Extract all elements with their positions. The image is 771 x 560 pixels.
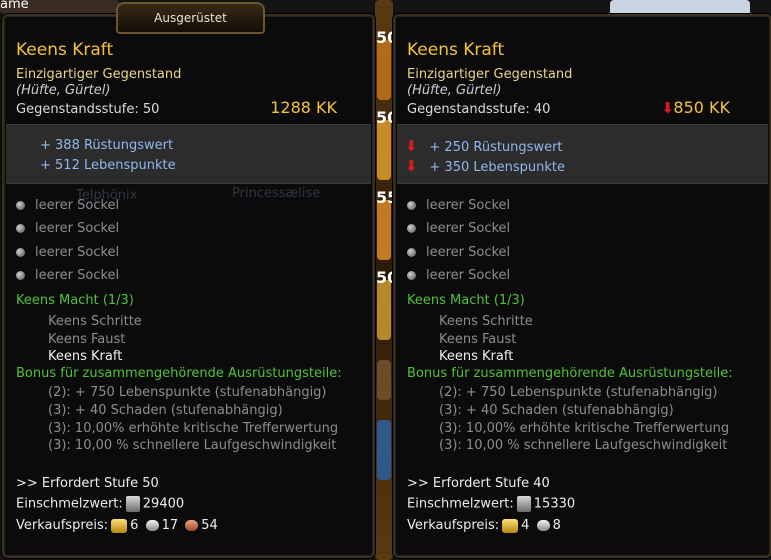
stat-health: + 512 Lebenspunkte [40, 158, 176, 173]
socket-row: leerer Sockel [407, 268, 510, 283]
socket-label: leerer Sockel [35, 198, 120, 213]
item-name: Keens Kraft [16, 40, 114, 60]
sell-copper: 54 [201, 518, 218, 533]
socket-label: leerer Sockel [426, 268, 511, 283]
set-item: Keens Faust [48, 332, 126, 347]
sell-gold: 4 [521, 518, 530, 533]
item-slot: (Hüfte, Gürtel) [407, 83, 502, 98]
stat-armor: + 388 Rüstungswert [40, 138, 174, 153]
red-down-arrow-icon: ⬇ [405, 137, 418, 155]
empty-socket-icon [16, 201, 25, 210]
socket-row: leerer Sockel [407, 245, 510, 260]
silver-coin-icon [536, 520, 550, 531]
gold-coin-icon [111, 518, 128, 533]
socket-row: leerer Sockel [407, 221, 510, 236]
stats-band: ⬇ + 250 Rüstungswert ⬇ + 350 Lebenspunkt… [397, 124, 768, 184]
set-bonus-title: Bonus für zusammengehörende Ausrüstungst… [407, 366, 733, 381]
set-bonus: (2): + 750 Lebenspunkte (stufenabhängig) [48, 385, 327, 400]
empty-socket-icon [407, 248, 416, 257]
sell-label: Verkaufspreis: [407, 518, 500, 533]
level-requirement: >> Erfordert Stufe 40 [407, 476, 550, 491]
empty-socket-icon [16, 271, 25, 280]
stat-health: ⬇ + 350 Lebenspunkte [405, 157, 565, 175]
level-requirement: >> Erfordert Stufe 50 [16, 476, 159, 491]
socket-label: leerer Sockel [35, 268, 120, 283]
set-bonus: (3): 10,00% erhöhte kritische Trefferwer… [48, 421, 339, 436]
set-item: Keens Faust [439, 332, 517, 347]
red-down-arrow-icon: ⬇ [405, 157, 418, 175]
set-item-equipped: Keens Kraft [48, 349, 123, 364]
empty-socket-icon [16, 248, 25, 257]
melt-value-row: Einschmelzwert: 15330 [407, 496, 575, 512]
sell-price-row: Verkaufspreis: 6 17 54 [16, 518, 218, 533]
red-down-arrow-icon: ⬇ [661, 99, 674, 117]
copper-coin-icon [185, 520, 199, 531]
socket-label: leerer Sockel [35, 245, 120, 260]
item-name: Keens Kraft [407, 40, 505, 60]
set-title: Keens Macht (1/3) [407, 293, 525, 308]
melt-value-row: Einschmelzwert: 29400 [16, 496, 184, 512]
gold-coin-icon [502, 518, 519, 533]
melt-value: 15330 [533, 496, 576, 512]
combat-rating-value: 850 KK [673, 98, 730, 117]
socket-row: leerer Sockel [16, 198, 119, 213]
set-bonus: (3): + 40 Schaden (stufenabhängig) [439, 403, 674, 418]
empty-socket-icon [407, 224, 416, 233]
crystal-dust-icon [125, 496, 140, 512]
equipped-item-tooltip: Telphönix Princessælise Keens Kraft Einz… [2, 14, 375, 558]
combat-rating: ⬇850 KK [661, 98, 730, 117]
silver-coin-icon [145, 520, 159, 531]
sell-silver: 17 [161, 518, 179, 533]
set-item-equipped: Keens Kraft [439, 349, 514, 364]
crystal-dust-icon [516, 496, 531, 512]
empty-socket-icon [16, 224, 25, 233]
socket-row: leerer Sockel [407, 198, 510, 213]
stat-armor-value: + 250 Rüstungswert [429, 140, 563, 155]
corner-label: ame [0, 0, 29, 12]
item-level: Gegenstandsstufe: 40 [407, 102, 551, 117]
item-rarity: Einzigartiger Gegenstand [16, 67, 182, 82]
compared-item-tooltip: Keens Kraft Einzigartiger Gegenstand (Hü… [393, 14, 771, 558]
socket-label: leerer Sockel [426, 198, 511, 213]
set-bonus: (3): 10,00% erhöhte kritische Trefferwer… [439, 421, 730, 436]
ghost-name: Princessælise [232, 186, 321, 201]
set-bonus: (2): + 750 Lebenspunkte (stufenabhängig) [439, 385, 718, 400]
set-bonus: (3): 10,00 % schnellere Laufgeschwindigk… [48, 438, 337, 453]
sell-gold: 6 [130, 518, 139, 533]
empty-socket-icon [407, 201, 416, 210]
socket-label: leerer Sockel [35, 221, 120, 236]
socket-label: leerer Sockel [426, 245, 511, 260]
item-rarity: Einzigartiger Gegenstand [407, 67, 573, 82]
set-item: Keens Schritte [439, 314, 533, 329]
socket-row: leerer Sockel [16, 268, 119, 283]
socket-label: leerer Sockel [426, 221, 511, 236]
sell-price-row: Verkaufspreis: 4 8 [407, 518, 561, 533]
combat-rating: 1288 KK [270, 98, 337, 117]
sell-label: Verkaufspreis: [16, 518, 109, 533]
stat-armor: ⬇ + 250 Rüstungswert [405, 137, 563, 155]
stats-band: + 388 Rüstungswert + 512 Lebenspunkte [6, 124, 371, 184]
set-bonus: (3): 10,00 % schnellere Laufgeschwindigk… [439, 438, 728, 453]
set-bonus-title: Bonus für zusammengehörende Ausrüstungst… [16, 366, 342, 381]
set-bonus: (3): + 40 Schaden (stufenabhängig) [48, 403, 283, 418]
equipped-tab: Ausgerüstet [116, 2, 265, 34]
melt-label: Einschmelzwert: [407, 496, 514, 512]
stat-health-value: + 350 Lebenspunkte [429, 160, 566, 175]
empty-socket-icon [407, 271, 416, 280]
set-title: Keens Macht (1/3) [16, 293, 134, 308]
socket-row: leerer Sockel [16, 245, 119, 260]
sell-silver: 8 [552, 518, 561, 533]
melt-value: 29400 [142, 496, 185, 512]
item-slot: (Hüfte, Gürtel) [16, 83, 111, 98]
melt-label: Einschmelzwert: [16, 496, 123, 512]
socket-row: leerer Sockel [16, 221, 119, 236]
item-level: Gegenstandsstufe: 50 [16, 102, 160, 117]
set-item: Keens Schritte [48, 314, 142, 329]
